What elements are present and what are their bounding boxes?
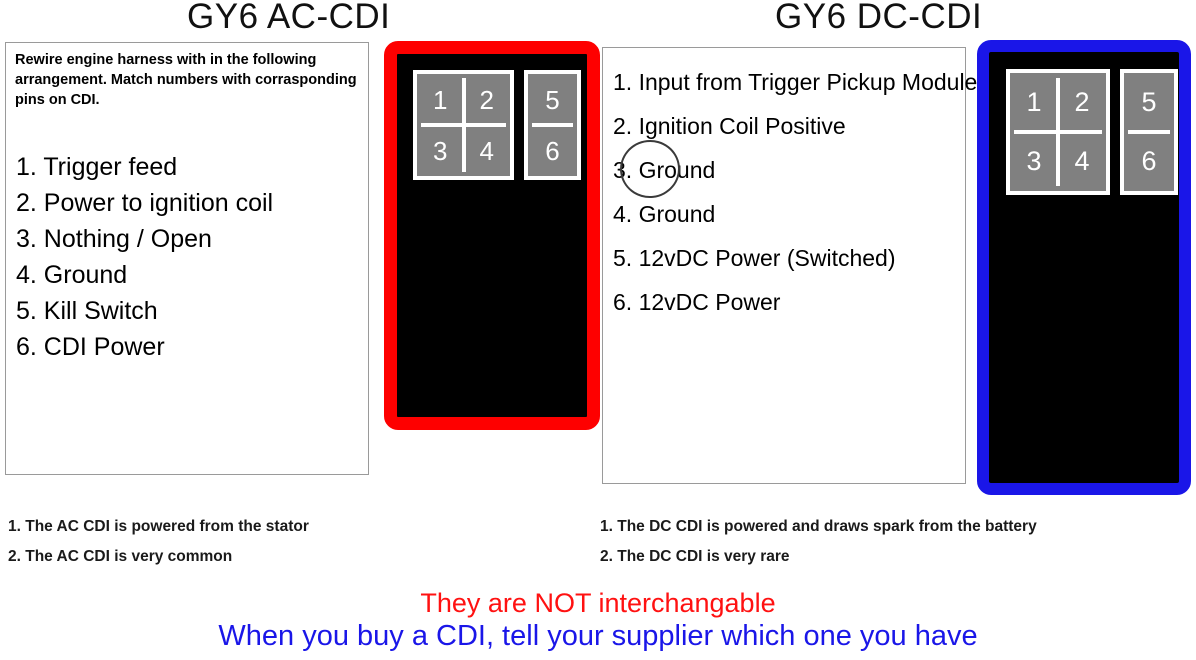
divider-horizontal <box>1128 130 1170 134</box>
pin-2: 2 <box>1074 87 1090 117</box>
pin-3: 3 <box>433 135 448 166</box>
pin-1: 1 <box>433 84 448 115</box>
ac-rewire-instructions: Rewire engine harness with in the follow… <box>15 52 357 108</box>
pin-3: 3 <box>1026 146 1042 176</box>
dc-cdi-connector-diagram: 1 2 3 4 5 6 <box>977 40 1191 495</box>
list-item: 4. Ground <box>16 261 128 289</box>
ac-pin-list: 1. Trigger feed 2. Power to ignition coi… <box>16 149 273 365</box>
note-item: 2. The AC CDI is very common <box>8 548 233 565</box>
pin-5: 5 <box>545 84 560 115</box>
dc-connector-pin-row: 1 2 3 4 5 6 <box>1006 69 1178 195</box>
ac-cdi-notes: 1. The AC CDI is powered from the stator… <box>8 512 309 572</box>
divider-horizontal <box>531 123 574 127</box>
list-item: 1. Trigger feed <box>16 153 178 181</box>
pin-6: 6 <box>1141 146 1157 176</box>
ac-cdi-info-panel: Rewire engine harness with in the follow… <box>5 42 369 475</box>
dc-pin-list: 1. Input from Trigger Pickup Module 2. I… <box>613 60 977 324</box>
dc-pin-block-56: 5 6 <box>1120 69 1178 195</box>
ac-connector-pin-row: 1 2 3 4 5 6 <box>413 70 581 180</box>
ac-cdi-connector-diagram: 1 2 3 4 5 6 <box>384 41 600 430</box>
pin-6: 6 <box>545 135 560 166</box>
pin-4: 4 <box>1074 146 1090 176</box>
list-item: 2. Ignition Coil Positive <box>613 113 846 139</box>
list-item: 3. Nothing / Open <box>16 225 212 253</box>
dc-cdi-title: GY6 DC-CDI <box>775 0 983 36</box>
dc-cdi-info-panel: 1. Input from Trigger Pickup Module 2. I… <box>602 47 977 484</box>
list-item: 3. Ground <box>613 157 716 183</box>
list-item: 1. Input from Trigger Pickup Module <box>613 69 978 95</box>
ac-pin-block-56: 5 6 <box>524 70 581 180</box>
pin-4: 4 <box>479 135 494 166</box>
warning-text: They are NOT interchangable <box>420 588 776 618</box>
list-item: 4. Ground <box>613 201 716 227</box>
list-item: 2. Power to ignition coil <box>16 189 274 217</box>
list-item: 5. 12vDC Power (Switched) <box>613 245 896 271</box>
pin-1: 1 <box>1026 87 1042 117</box>
dc-pin-block-1234: 1 2 3 4 <box>1006 69 1110 195</box>
list-item: 5. Kill Switch <box>16 297 158 325</box>
note-item: 2. The DC CDI is very rare <box>600 548 790 565</box>
list-item: 6. CDI Power <box>16 333 165 361</box>
advice-text: When you buy a CDI, tell your supplier w… <box>218 620 978 652</box>
dc-cdi-notes: 1. The DC CDI is powered and draws spark… <box>600 512 1037 572</box>
note-item: 1. The AC CDI is powered from the stator <box>8 518 309 535</box>
note-item: 1. The DC CDI is powered and draws spark… <box>600 518 1037 535</box>
pin-5: 5 <box>1141 87 1157 117</box>
divider-vertical <box>1056 77 1060 187</box>
ac-pin-block-1234: 1 2 3 4 <box>413 70 514 180</box>
list-item: 6. 12vDC Power <box>613 289 781 315</box>
divider-vertical <box>461 78 466 172</box>
ac-cdi-title: GY6 AC-CDI <box>187 0 391 36</box>
pin-2: 2 <box>479 84 494 115</box>
